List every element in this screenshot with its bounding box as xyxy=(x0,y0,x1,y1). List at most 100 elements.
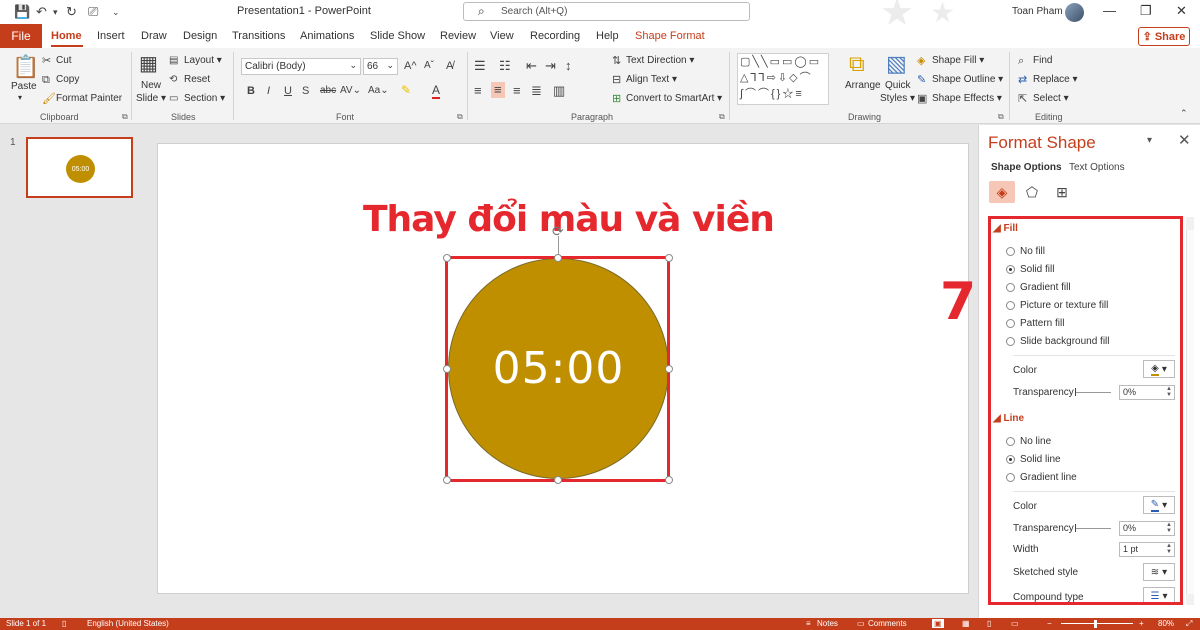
zoom-slider-thumb[interactable] xyxy=(1094,620,1097,628)
format-painter-button[interactable]: Format Painter xyxy=(56,93,122,104)
tab-recording[interactable]: Recording xyxy=(530,30,580,42)
find-button[interactable]: Find xyxy=(1033,55,1052,66)
resize-handle[interactable] xyxy=(665,254,673,262)
tab-slide-show[interactable]: Slide Show xyxy=(370,30,425,42)
fill-line-icon[interactable]: ◈ xyxy=(989,181,1015,203)
change-case-icon[interactable]: Aa⌄ xyxy=(368,84,389,98)
tab-review[interactable]: Review xyxy=(440,30,476,42)
highlight-color-icon[interactable]: ✎ xyxy=(401,83,411,97)
font-size-select[interactable]: 66 ⌄ xyxy=(363,58,398,75)
tab-insert[interactable]: Insert xyxy=(97,30,125,42)
increase-indent-icon[interactable]: ⇥ xyxy=(545,59,556,73)
tab-animations[interactable]: Animations xyxy=(300,30,354,42)
decrease-font-size-icon[interactable]: Aˇ xyxy=(424,59,434,73)
strikethrough-icon[interactable]: abc xyxy=(320,84,336,98)
redo-icon[interactable]: ↻ xyxy=(66,3,77,21)
resize-handle[interactable] xyxy=(665,476,673,484)
shapes-gallery[interactable]: ▢╲╲▭▭◯▭ △⅂⅂⇨⇩◇⌒ ∫⌒⌒{}☆≡ xyxy=(737,53,829,105)
zoom-level[interactable]: 80% xyxy=(1158,619,1174,628)
character-spacing-icon[interactable]: AV⌄ xyxy=(340,84,361,98)
tab-file[interactable]: File xyxy=(0,24,42,48)
slide-sorter-icon[interactable]: ▦ xyxy=(962,619,970,628)
quick-styles-dropdown[interactable]: Styles ▾ xyxy=(880,93,915,104)
save-icon[interactable]: 💾 xyxy=(14,3,30,21)
slide-canvas[interactable]: Thay đổi màu và viền ⟳ 05:00 xyxy=(157,143,969,594)
resize-handle[interactable] xyxy=(443,254,451,262)
user-name[interactable]: Toan Pham xyxy=(1012,6,1063,17)
tab-shape-options[interactable]: Shape Options xyxy=(991,162,1062,173)
pane-close-icon[interactable]: ✕ xyxy=(1178,131,1191,149)
zoom-slider[interactable] xyxy=(1061,623,1133,624)
shape-outline-button[interactable]: Shape Outline ▾ xyxy=(932,74,1003,85)
resize-handle[interactable] xyxy=(554,254,562,262)
cut-button[interactable]: Cut xyxy=(56,55,72,66)
tab-design[interactable]: Design xyxy=(183,30,217,42)
quick-styles-icon[interactable]: ▧ xyxy=(886,53,907,75)
shape-effects-button[interactable]: Shape Effects ▾ xyxy=(932,93,1002,104)
slideshow-icon[interactable]: ▭ xyxy=(1011,619,1019,628)
layout-button[interactable]: Layout ▾ xyxy=(184,55,222,66)
tab-text-options[interactable]: Text Options xyxy=(1069,162,1125,173)
tab-help[interactable]: Help xyxy=(596,30,619,42)
zoom-in-icon[interactable]: + xyxy=(1139,619,1144,628)
text-direction-button[interactable]: Text Direction ▾ xyxy=(626,55,694,66)
resize-handle[interactable] xyxy=(554,476,562,484)
resize-handle[interactable] xyxy=(665,365,673,373)
tab-draw[interactable]: Draw xyxy=(141,30,167,42)
zoom-out-icon[interactable]: − xyxy=(1047,619,1052,628)
tab-shape-format[interactable]: Shape Format xyxy=(635,30,705,42)
customize-qat-icon[interactable]: ⌄ xyxy=(112,3,120,21)
tab-view[interactable]: View xyxy=(490,30,514,42)
italic-icon[interactable]: I xyxy=(267,84,270,98)
new-slide-button[interactable]: New xyxy=(141,80,161,91)
effects-pentagon-icon[interactable]: ⬠ xyxy=(1019,181,1045,203)
align-center-icon[interactable]: ≡ xyxy=(491,82,505,98)
columns-icon[interactable]: ▥ xyxy=(553,84,565,98)
slide-thumbnail[interactable]: 05:00 xyxy=(26,137,133,198)
section-button[interactable]: Section ▾ xyxy=(184,93,225,104)
arrange-icon[interactable]: ⧉ xyxy=(849,53,865,75)
normal-view-icon[interactable]: ▣ xyxy=(932,619,944,628)
paste-icon[interactable]: 📋 xyxy=(12,56,39,78)
share-button[interactable]: ⇪ Share xyxy=(1138,27,1190,46)
undo-dropdown-icon[interactable]: ▾ xyxy=(53,3,58,21)
close-button[interactable]: ✕ xyxy=(1176,3,1187,19)
justify-icon[interactable]: ≣ xyxy=(531,84,542,98)
select-button[interactable]: Select ▾ xyxy=(1033,93,1069,104)
undo-icon[interactable]: ↶ xyxy=(36,3,47,21)
new-slide-dropdown[interactable]: Slide ▾ xyxy=(136,93,166,104)
shadow-icon[interactable]: S xyxy=(302,84,309,98)
language-status[interactable]: English (United States) xyxy=(87,619,169,628)
tab-transitions[interactable]: Transitions xyxy=(232,30,285,42)
quick-styles-button[interactable]: Quick xyxy=(885,80,911,91)
replace-button[interactable]: Replace ▾ xyxy=(1033,74,1078,85)
align-left-icon[interactable]: ≡ xyxy=(474,84,482,98)
convert-to-smartart-button[interactable]: Convert to SmartArt ▾ xyxy=(626,93,722,104)
align-text-button[interactable]: Align Text ▾ xyxy=(626,74,677,85)
comments-button[interactable]: Comments xyxy=(868,619,907,628)
clipboard-launcher-icon[interactable]: ⧉ xyxy=(122,112,128,122)
present-icon[interactable]: ⎚ xyxy=(88,3,98,21)
restore-button[interactable]: ❐ xyxy=(1140,3,1152,19)
reading-view-icon[interactable]: ▯ xyxy=(987,619,991,628)
resize-handle[interactable] xyxy=(443,476,451,484)
decrease-indent-icon[interactable]: ⇤ xyxy=(526,59,537,73)
paste-button[interactable]: Paste xyxy=(11,81,37,92)
font-launcher-icon[interactable]: ⧉ xyxy=(457,112,463,122)
clear-formatting-icon[interactable]: A̸ xyxy=(446,59,453,73)
increase-font-size-icon[interactable]: A^ xyxy=(404,59,417,73)
fit-to-window-icon[interactable]: ⤢ xyxy=(1186,619,1192,629)
minimize-button[interactable]: — xyxy=(1103,3,1116,18)
bullets-icon[interactable]: ☰ xyxy=(474,59,486,73)
collapse-ribbon-icon[interactable]: ⌃ xyxy=(1180,106,1188,120)
new-slide-icon[interactable]: ▦ xyxy=(139,54,158,74)
tab-home[interactable]: Home xyxy=(51,30,82,42)
drawing-launcher-icon[interactable]: ⧉ xyxy=(998,112,1004,122)
size-properties-icon[interactable]: ⊞ xyxy=(1049,181,1075,203)
numbering-icon[interactable]: ☷ xyxy=(499,59,511,73)
search-input[interactable]: ⌕ Search (Alt+Q) xyxy=(463,2,750,21)
paragraph-launcher-icon[interactable]: ⧉ xyxy=(719,112,725,122)
arrange-button[interactable]: Arrange xyxy=(845,80,881,91)
paste-dropdown-icon[interactable]: ▾ xyxy=(18,93,22,102)
spelling-icon[interactable]: ▯ xyxy=(62,619,66,628)
